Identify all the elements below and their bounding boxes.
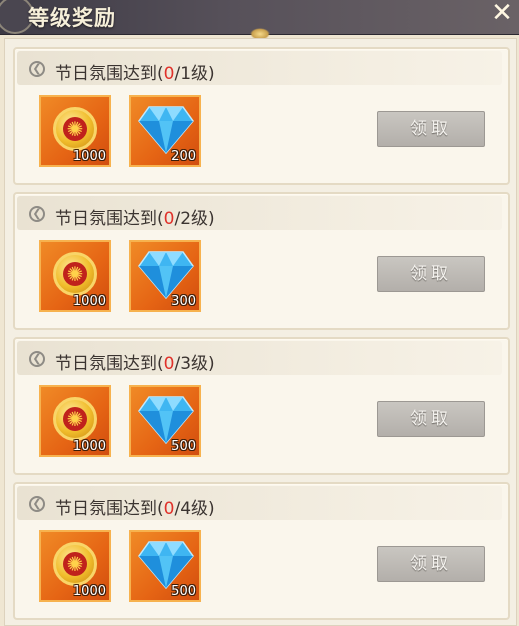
reward-item[interactable]: ✺ 1000 <box>39 240 111 312</box>
blue-diamond-icon <box>138 541 194 590</box>
blue-diamond-icon <box>138 106 194 155</box>
requirement-text: 节日氛围达到(0/4级) <box>55 499 215 519</box>
reward-item[interactable]: 300 <box>129 240 201 312</box>
reward-card: ❮ 节日氛围达到(0/4级) ✺ 1000 500 领取 <box>13 482 510 620</box>
reward-quantity: 1000 <box>72 149 106 164</box>
card-header: ❮ 节日氛围达到(0/3级) <box>17 341 502 375</box>
panel-title: 等级奖励 <box>28 5 116 30</box>
atmosphere-icon: ❮ <box>29 496 45 512</box>
reward-item[interactable]: 500 <box>129 385 201 457</box>
atmosphere-icon: ❮ <box>29 61 45 77</box>
card-header: ❮ 节日氛围达到(0/2级) <box>17 196 502 230</box>
firework-coin-icon: ✺ <box>53 397 97 441</box>
current-level: 0 <box>163 209 175 229</box>
reward-quantity: 1000 <box>72 439 106 454</box>
reward-item[interactable]: ✺ 1000 <box>39 385 111 457</box>
blue-diamond-icon <box>138 251 194 300</box>
blue-diamond-icon <box>138 396 194 445</box>
card-header: ❮ 节日氛围达到(0/1级) <box>17 51 502 85</box>
close-icon[interactable]: ✕ <box>487 0 517 28</box>
atmosphere-icon: ❮ <box>29 206 45 222</box>
reward-quantity: 500 <box>171 439 196 454</box>
claim-button[interactable]: 领取 <box>377 401 485 437</box>
atmosphere-icon: ❮ <box>29 351 45 367</box>
requirement-text: 节日氛围达到(0/2级) <box>55 209 215 229</box>
reward-card: ❮ 节日氛围达到(0/2级) ✺ 1000 300 领取 <box>13 192 510 330</box>
claim-button[interactable]: 领取 <box>377 546 485 582</box>
firework-coin-icon: ✺ <box>53 107 97 151</box>
requirement-text: 节日氛围达到(0/3级) <box>55 354 215 374</box>
reward-item[interactable]: 200 <box>129 95 201 167</box>
claim-button[interactable]: 领取 <box>377 256 485 292</box>
reward-card: ❮ 节日氛围达到(0/3级) ✺ 1000 500 领取 <box>13 337 510 475</box>
reward-quantity: 1000 <box>72 294 106 309</box>
current-level: 0 <box>163 499 175 519</box>
reward-item[interactable]: 500 <box>129 530 201 602</box>
reward-item[interactable]: ✺ 1000 <box>39 530 111 602</box>
reward-quantity: 200 <box>171 149 196 164</box>
current-level: 0 <box>163 354 175 374</box>
claim-button[interactable]: 领取 <box>377 111 485 147</box>
reward-quantity: 300 <box>171 294 196 309</box>
reward-item[interactable]: ✺ 1000 <box>39 95 111 167</box>
current-level: 0 <box>163 64 175 84</box>
card-header: ❮ 节日氛围达到(0/4级) <box>17 486 502 520</box>
firework-coin-icon: ✺ <box>53 542 97 586</box>
reward-quantity: 1000 <box>72 584 106 599</box>
firework-coin-icon: ✺ <box>53 252 97 296</box>
reward-card: ❮ 节日氛围达到(0/1级) ✺ 1000 200 领取 <box>13 47 510 185</box>
reward-list[interactable]: ❮ 节日氛围达到(0/1级) ✺ 1000 200 领取 ❮ 节日氛围达到(0/… <box>4 38 517 626</box>
requirement-text: 节日氛围达到(0/1级) <box>55 64 215 84</box>
reward-quantity: 500 <box>171 584 196 599</box>
